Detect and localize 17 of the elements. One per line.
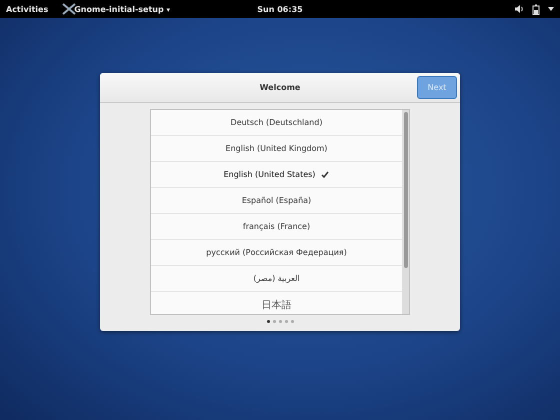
caret-icon[interactable] (548, 7, 554, 11)
language-item[interactable]: English (United Kingdom) (151, 136, 402, 162)
language-item[interactable]: English (United States) (151, 162, 402, 188)
clock[interactable]: Sun 06:35 (257, 4, 303, 14)
language-item[interactable]: Español (España) (151, 188, 402, 214)
scrollbar-thumb[interactable] (404, 112, 408, 268)
activities-button[interactable]: Activities (6, 4, 48, 14)
language-item[interactable]: français (France) (151, 214, 402, 240)
volume-icon[interactable] (514, 4, 524, 14)
window-title: Welcome (260, 83, 300, 92)
language-item[interactable]: العربية (مصر) (151, 266, 402, 292)
app-icon (62, 3, 76, 15)
scrollbar[interactable] (402, 110, 409, 314)
checkmark-icon (321, 171, 330, 178)
language-item[interactable]: русский (Российская Федерация) (151, 240, 402, 266)
battery-icon[interactable] (532, 4, 540, 14)
language-item[interactable]: Deutsch (Deutschland) (151, 110, 402, 136)
